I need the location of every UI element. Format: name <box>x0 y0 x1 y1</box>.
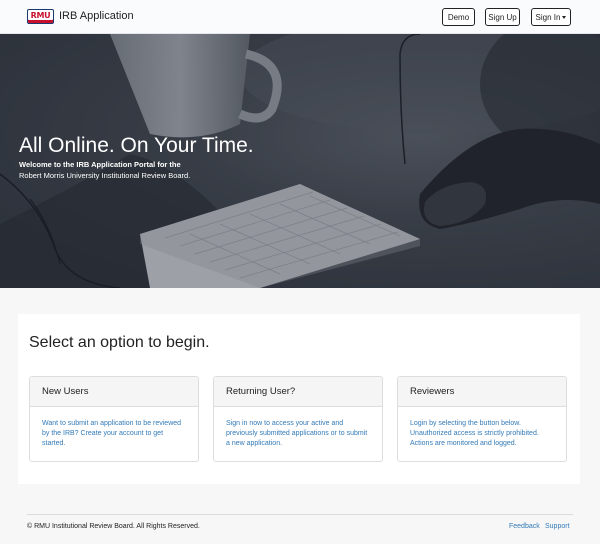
sign-up-button[interactable]: Sign Up <box>485 8 520 26</box>
hero-subtitle: Welcome to the IRB Application Portal fo… <box>19 160 190 181</box>
card-text[interactable]: Want to submit an application to be revi… <box>30 407 198 448</box>
rmu-logo[interactable]: RMU <box>27 9 54 24</box>
top-navbar: RMU IRB Application Demo Sign Up Sign In <box>0 0 600 34</box>
select-option-heading: Select an option to begin. <box>29 334 210 351</box>
support-link[interactable]: Support <box>545 523 570 530</box>
card-text[interactable]: Login by selecting the button below. Una… <box>398 407 566 448</box>
hero-subtitle-line-1: Welcome to the IRB Application Portal fo… <box>19 160 181 169</box>
card-title: Returning User? <box>214 377 382 407</box>
sign-in-dropdown-button[interactable]: Sign In <box>531 8 571 26</box>
logo-text: RMU <box>30 11 51 20</box>
card-text[interactable]: Sign in now to access your active and pr… <box>214 407 382 448</box>
reviewers-card[interactable]: Reviewers Login by selecting the button … <box>397 376 567 462</box>
hero-title: All Online. On Your Time. <box>19 134 254 157</box>
sign-in-label: Sign In <box>535 12 561 22</box>
card-title: Reviewers <box>398 377 566 407</box>
card-title: New Users <box>30 377 198 407</box>
feedback-link[interactable]: Feedback <box>509 523 540 530</box>
returning-user-card[interactable]: Returning User? Sign in now to access yo… <box>213 376 383 462</box>
demo-button[interactable]: Demo <box>442 8 475 26</box>
hero-banner: All Online. On Your Time. Welcome to the… <box>0 34 600 288</box>
new-users-card[interactable]: New Users Want to submit an application … <box>29 376 199 462</box>
caret-down-icon <box>562 15 567 19</box>
hero-subtitle-line-2: Robert Morris University Institutional R… <box>19 170 191 180</box>
copyright-text: © RMU Institutional Review Board. All Ri… <box>27 523 200 530</box>
options-panel: Select an option to begin. New Users Wan… <box>18 314 580 484</box>
page-footer: © RMU Institutional Review Board. All Ri… <box>27 514 573 538</box>
app-name[interactable]: IRB Application <box>59 10 134 22</box>
